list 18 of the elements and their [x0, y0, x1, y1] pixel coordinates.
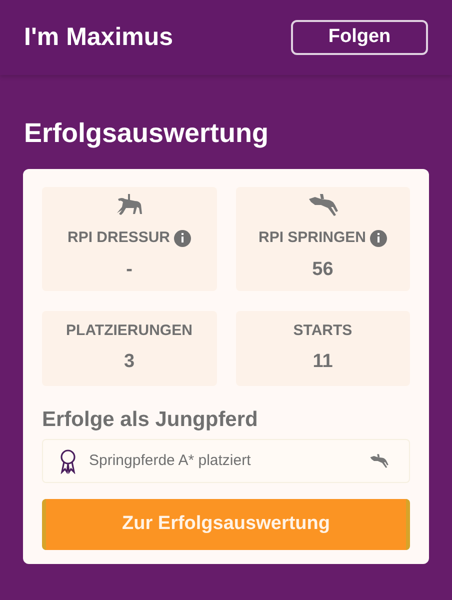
stat-label: RPI DRESSUR	[67, 228, 170, 248]
stat-label: PLATZIERUNGEN	[66, 320, 192, 340]
rosette-icon	[59, 448, 77, 474]
success-text: Springpferde A* platziert	[89, 450, 252, 471]
follow-button[interactable]: Folgen	[291, 20, 428, 55]
jumping-horse-icon	[306, 193, 339, 217]
stat-label: STARTS	[293, 320, 352, 340]
jumping-horse-icon	[369, 453, 389, 469]
section-title: Erfolgsauswertung	[23, 117, 270, 150]
stat-value: 11	[312, 350, 333, 374]
info-icon[interactable]	[370, 230, 388, 247]
stat-value: -	[126, 258, 132, 282]
stat-value: 56	[312, 258, 334, 282]
subsection-title: Erfolge als Jungpferd	[42, 406, 259, 432]
info-icon[interactable]	[174, 230, 192, 247]
stat-label: RPI SPRINGEN	[258, 228, 366, 248]
page-title: I'm Maximus	[24, 22, 174, 53]
stat-value: 3	[124, 350, 135, 374]
